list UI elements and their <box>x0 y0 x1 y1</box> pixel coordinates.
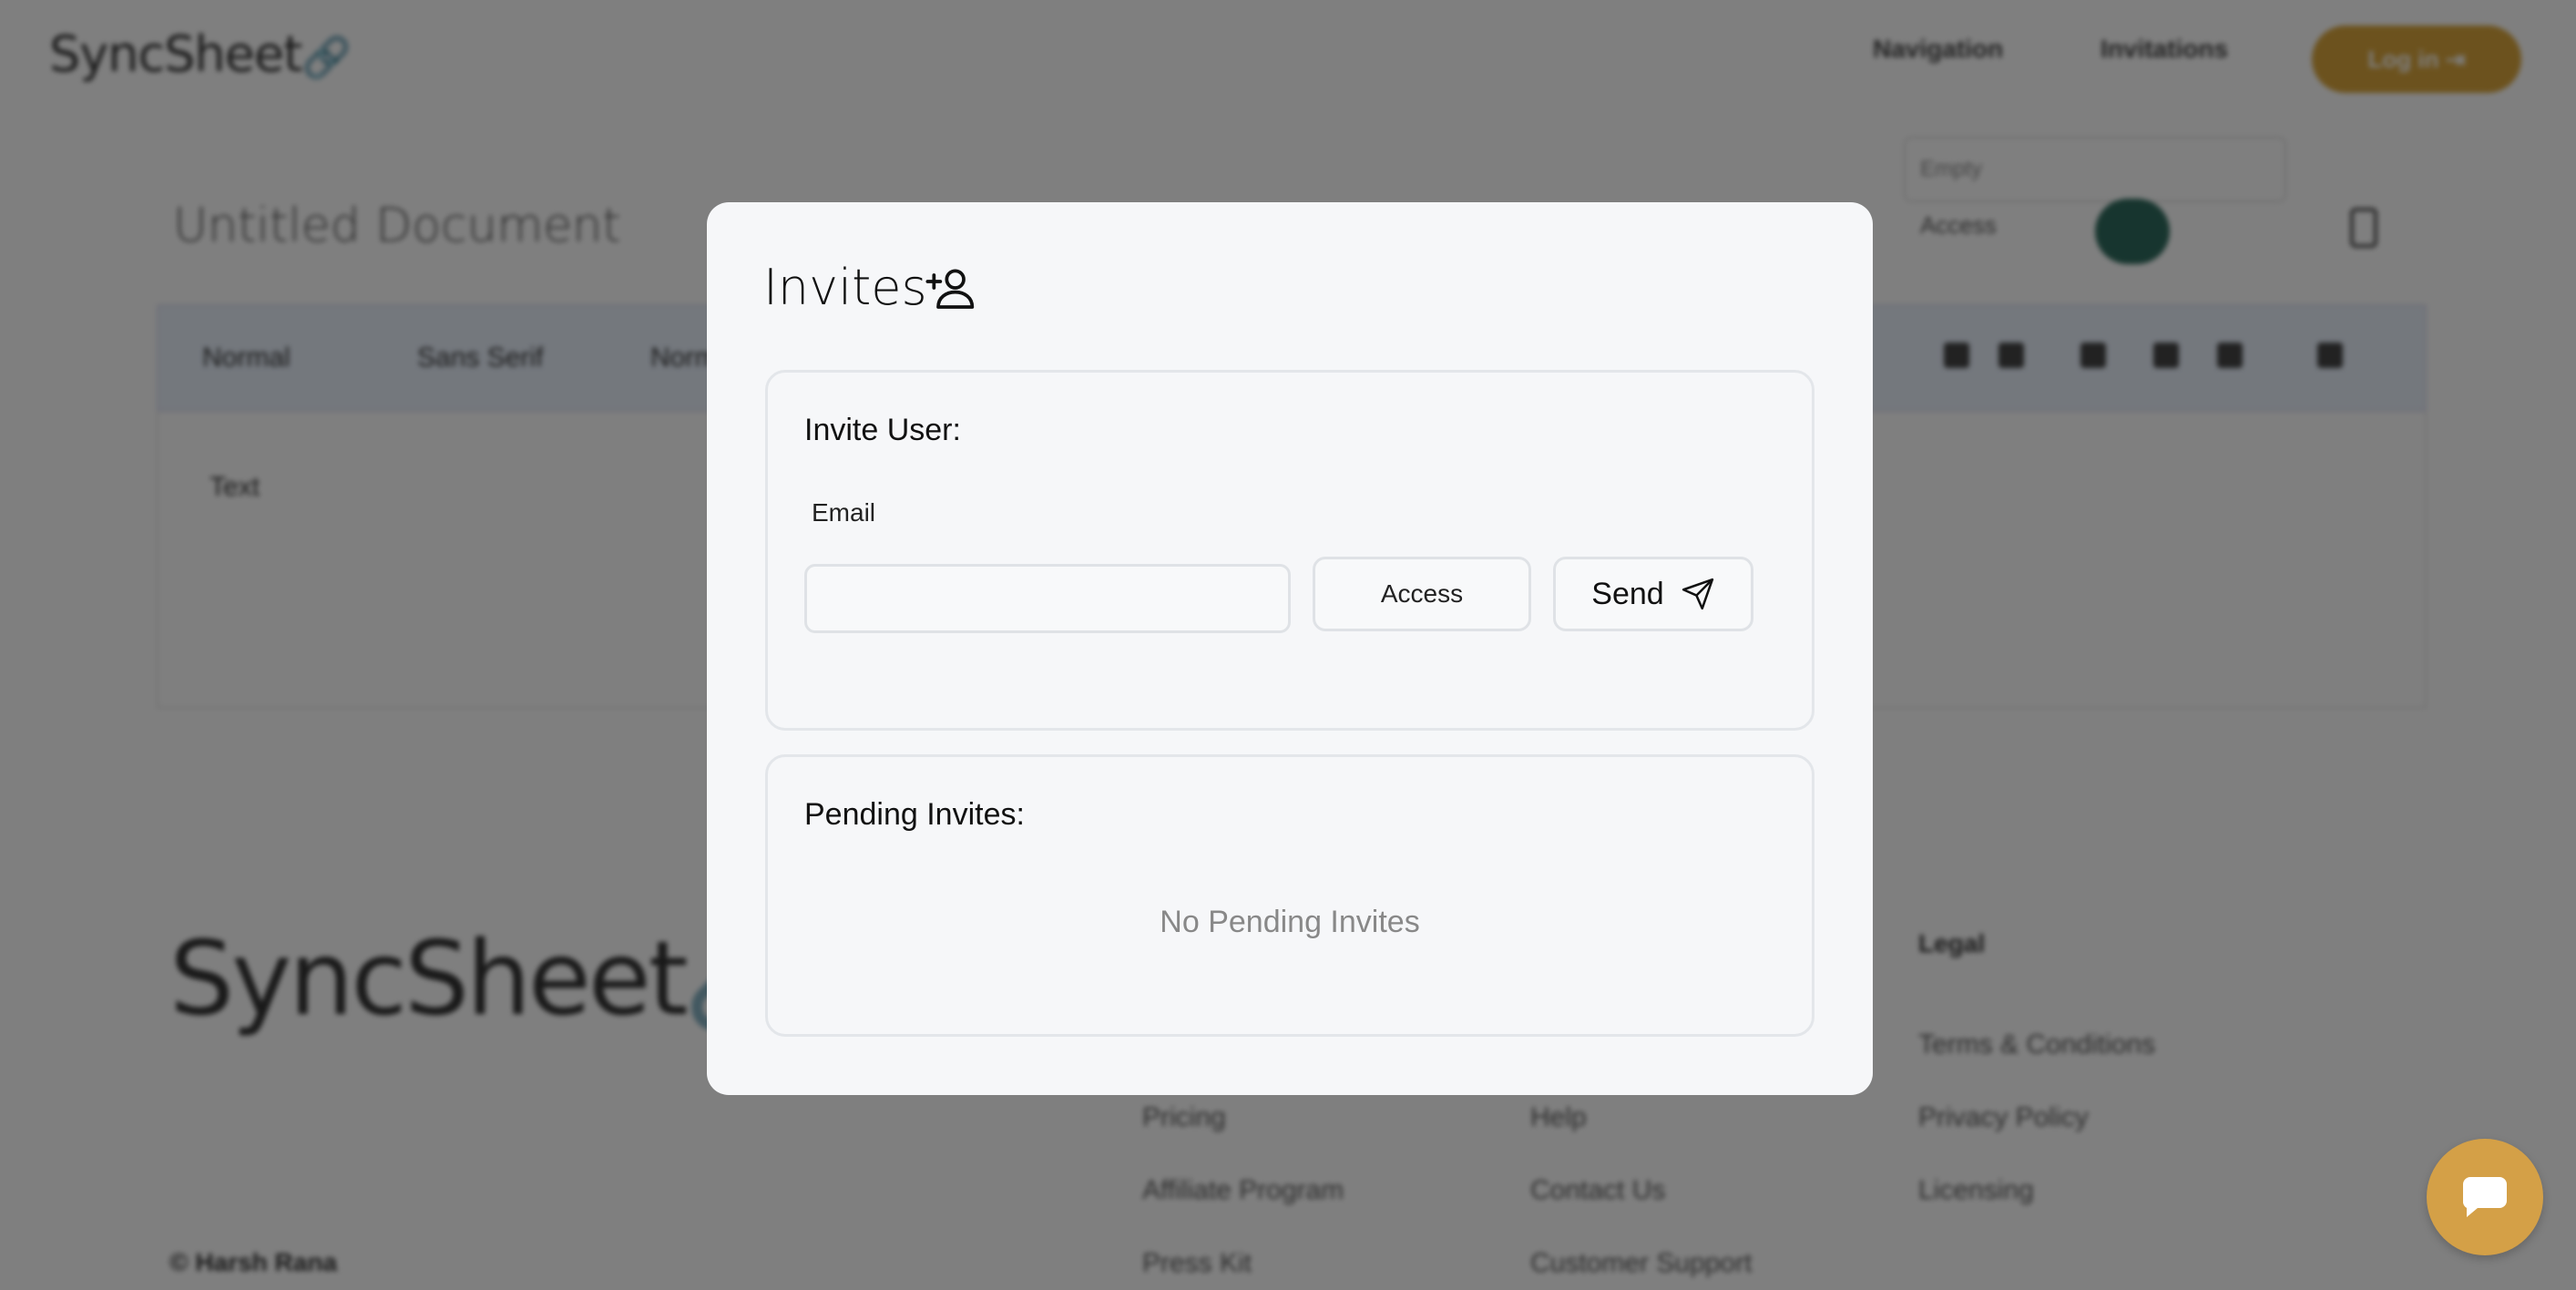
access-button[interactable]: Access <box>1313 557 1531 631</box>
send-icon <box>1682 578 1713 610</box>
chat-icon <box>2462 1177 2507 1217</box>
invite-user-card: Invite User: Email Access Send <box>765 370 1814 731</box>
pending-invites-card: Pending Invites: No Pending Invites <box>765 754 1814 1037</box>
send-button-label: Send <box>1591 576 1664 611</box>
invites-modal: Invites Invite User: Email Access Send P… <box>707 202 1873 1095</box>
send-button[interactable]: Send <box>1553 557 1753 631</box>
empty-state-message: No Pending Invites <box>1160 905 1420 939</box>
email-label: Email <box>812 498 876 527</box>
modal-title: Invites <box>763 259 927 316</box>
invite-user-heading: Invite User: <box>804 413 961 447</box>
pending-invites-heading: Pending Invites: <box>804 797 1025 832</box>
add-user-icon <box>925 269 975 309</box>
chat-button[interactable] <box>2427 1139 2543 1255</box>
email-field[interactable] <box>804 564 1291 633</box>
